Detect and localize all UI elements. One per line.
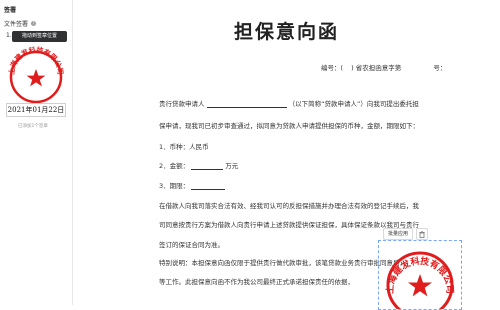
term-label: 3．期限： xyxy=(159,182,190,190)
number-mid: ) 省农担函意字第 xyxy=(351,64,402,72)
number-label: 编号：( xyxy=(321,64,344,72)
sign-sidebar: 签署 文件签署 ? 1. 上海建发科技有限公司 拖动到签章位置 2021年01月… xyxy=(0,0,73,305)
file-seal-section: 文件签署 ? xyxy=(4,19,37,28)
batch-apply-button[interactable]: 批量应用 xyxy=(383,228,414,240)
trash-icon xyxy=(419,230,425,238)
line1-text-b: （以下简称“贷款申请人”）向我司提出委托担 xyxy=(288,100,419,108)
amount-label: 2．金额： xyxy=(159,162,190,170)
used-seal-count: 已添加1个签章 xyxy=(18,124,48,129)
seal-item-number: 1. xyxy=(6,32,12,39)
help-icon[interactable]: ? xyxy=(31,21,37,26)
delete-stamp-button[interactable] xyxy=(416,228,429,240)
paragraph-2-line-2: 司同意按贵行方案为借款人向贵行申请上述贷款提供保证担保，具体保证条款以我司与贵行 xyxy=(159,221,419,229)
applicant-blank xyxy=(206,100,287,108)
sidebar-title: 签署 xyxy=(4,7,17,14)
item-currency: 1．币种：人民币 xyxy=(159,143,209,151)
line1-text-a: 贵行贷款申请人 xyxy=(159,100,205,108)
paragraph-2-line-3: 签订的保证合同为准。 xyxy=(159,241,224,249)
amount-blank xyxy=(191,162,224,170)
drag-tooltip: 拖动到签章位置 xyxy=(12,31,67,42)
placed-company-seal[interactable]: 上海建发科技有限公司 xyxy=(378,240,462,310)
company-seal-icon[interactable]: 上海建发科技有限公司 xyxy=(1,41,71,107)
term-blank xyxy=(191,182,226,190)
document-title: 担保意向函 xyxy=(233,21,339,43)
paragraph-line-1: 贵行贷款申请人 （以下简称“贷款申请人”）向我司提出委托担 xyxy=(159,98,419,108)
placed-stamp-toolbar: 批量应用 xyxy=(383,228,429,240)
paragraph-line-2: 保申请，现我司已初步审查通过，拟同意为贷款人申请提供担保的币种，金额，期限如下： xyxy=(159,122,419,130)
file-seal-label: 文件签署 xyxy=(4,21,29,28)
note-line-2: 等工作。此担保意向函不作为我公司最终正式承诺担保责任的依据， xyxy=(159,278,354,286)
note-line-1: 特别说明：本担保意向函仅限于提供贵行做代款审批，该笔贷款业务贵行审批同意后， xyxy=(159,259,406,267)
item-amount: 2．金额： 万元 xyxy=(159,160,238,170)
paragraph-2-line-1: 在借款人向我司落实合法有效、经我司认可的反担保措施并办理合法有效的登记手续后，我 xyxy=(159,202,419,210)
amount-unit: 万元 xyxy=(225,162,239,170)
number-suffix: 号： xyxy=(433,64,447,72)
sign-date-field[interactable]: 2021年01月22日 xyxy=(6,103,66,117)
placed-seal-icon: 上海建发科技有限公司 xyxy=(384,251,455,309)
item-term: 3．期限： xyxy=(159,180,226,190)
document-page: 担保意向函 编号：( ) 省农担函意字第 号： 贵行贷款申请人 （以下简称“贷款… xyxy=(73,0,500,310)
document-number: 编号：( ) 省农担函意字第 号： xyxy=(321,62,452,72)
seal-thumbnail[interactable]: 上海建发科技有限公司 xyxy=(1,41,71,107)
